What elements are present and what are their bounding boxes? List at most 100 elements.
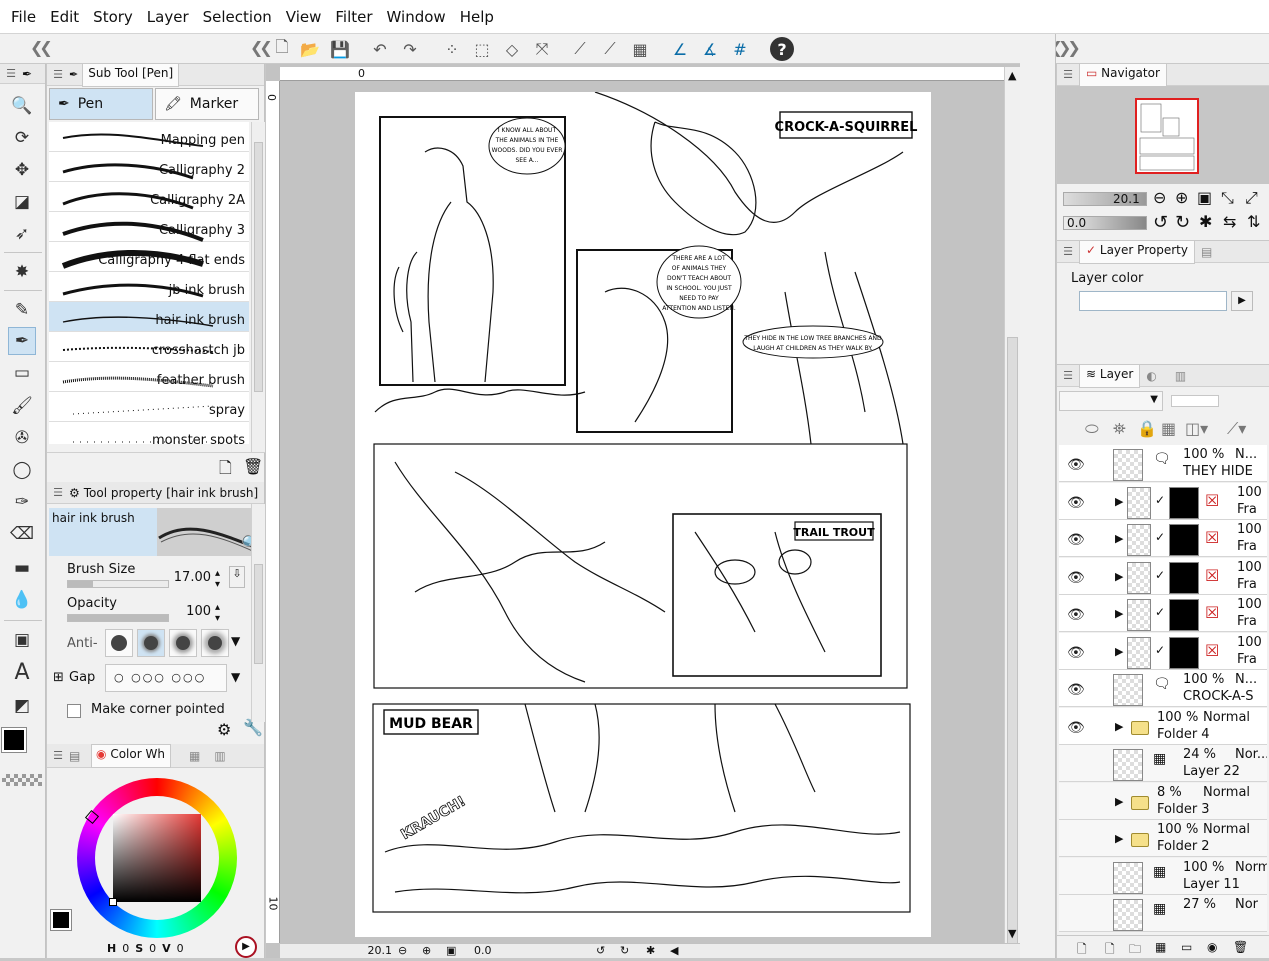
- status-zoom-out-icon[interactable]: ⊖: [398, 944, 407, 957]
- merge-icon[interactable]: ▭: [1181, 940, 1192, 954]
- pen-tool-icon[interactable]: ✒: [8, 327, 36, 355]
- move-layer-icon[interactable]: ✥: [8, 156, 36, 184]
- layer-color-swatch[interactable]: [1079, 291, 1227, 311]
- aa-none[interactable]: [105, 629, 133, 657]
- menu-window[interactable]: Window: [380, 8, 453, 26]
- brush-item[interactable]: spray: [49, 392, 249, 422]
- pencil-tool-icon[interactable]: ▭: [8, 359, 36, 387]
- frame-tool-icon[interactable]: ▣: [8, 626, 36, 654]
- gradient-icon[interactable]: ◩: [8, 692, 36, 720]
- brush-item[interactable]: feather brush: [49, 362, 249, 392]
- ruler-disabled-icon[interactable]: ☒: [1205, 528, 1219, 547]
- layer-tab[interactable]: ≋ Layer: [1079, 363, 1141, 388]
- expand-arrow-icon[interactable]: ▶: [1115, 832, 1123, 845]
- expand-arrow-icon[interactable]: ▶: [1115, 795, 1123, 808]
- visibility-eye-icon[interactable]: 👁: [1067, 457, 1085, 473]
- navigator-tab[interactable]: ▭ Navigator: [1079, 62, 1167, 87]
- brush-size-spinner-icon[interactable]: ▴ ▾: [215, 568, 220, 590]
- transparent-swatch[interactable]: [2, 774, 42, 786]
- visibility-eye-icon[interactable]: 👁: [1067, 532, 1085, 548]
- layer-opacity-field[interactable]: [1171, 395, 1219, 407]
- layer-row[interactable]: 👁 ▶ ✓ ☒ 100 Fra: [1059, 595, 1267, 632]
- blend-mode-select[interactable]: ▼: [1059, 391, 1163, 411]
- scroll-thumb[interactable]: [1007, 337, 1018, 947]
- ruler-tool-icon[interactable]: ▬: [8, 554, 36, 582]
- nav-flip-h-icon[interactable]: ⇆: [1223, 212, 1236, 231]
- gap-dropdown-icon[interactable]: ▼: [231, 670, 240, 684]
- lasso-icon[interactable]: ◯: [8, 456, 36, 484]
- brush-item[interactable]: Calligraphy 4 flat ends: [49, 242, 249, 272]
- eyedropper-icon[interactable]: ✎: [8, 296, 36, 324]
- nav-actual-size-icon[interactable]: ⤡: [1221, 188, 1234, 208]
- check-icon[interactable]: ✓: [1155, 530, 1165, 544]
- layer-row[interactable]: 👁 🗨 100 % N... CROCK-A-S: [1059, 670, 1267, 707]
- nav-zoom-in-icon[interactable]: ⊕: [1175, 188, 1188, 207]
- expand-arrow-icon[interactable]: ▶: [1115, 607, 1123, 620]
- brush-item[interactable]: monster spots: [49, 422, 249, 444]
- visibility-eye-icon[interactable]: 👁: [1067, 645, 1085, 661]
- visibility-eye-icon[interactable]: 👁: [1067, 570, 1085, 586]
- intermediate-color-tab-icon[interactable]: ▦: [189, 749, 200, 763]
- blend-icon[interactable]: 💧: [8, 586, 36, 614]
- nav-zoom-value[interactable]: 20.1: [1113, 192, 1140, 206]
- aa-medium[interactable]: [169, 629, 197, 657]
- menu-view[interactable]: View: [279, 8, 329, 26]
- snap-special-icon[interactable]: ∡: [698, 37, 722, 61]
- select-all-icon[interactable]: ⬚: [470, 37, 494, 61]
- brush-item[interactable]: crosshastch jb: [49, 332, 249, 362]
- layer-row[interactable]: ▦ 24 % Nor... Layer 22: [1059, 745, 1267, 782]
- visibility-eye-icon[interactable]: 👁: [1067, 607, 1085, 623]
- layer-row[interactable]: ▦ 27 % Nor: [1059, 895, 1267, 932]
- ruler-disabled-icon[interactable]: ☒: [1205, 491, 1219, 510]
- snap-grid-icon[interactable]: #: [728, 37, 752, 61]
- panel-menu-icon[interactable]: ☰: [47, 749, 69, 762]
- nav-rotate-right-icon[interactable]: ↻: [1175, 212, 1190, 233]
- lock-transparency-icon[interactable]: ▦: [1161, 419, 1176, 438]
- subtool-tab[interactable]: Sub Tool [Pen]: [82, 62, 180, 87]
- check-icon[interactable]: ✓: [1155, 493, 1165, 507]
- new-fill-icon[interactable]: ▦: [1155, 940, 1166, 954]
- tool-property-scrollbar[interactable]: [251, 504, 265, 722]
- brush-item[interactable]: Calligraphy 3: [49, 212, 249, 242]
- new-subtool-icon[interactable]: 🗋: [219, 457, 232, 484]
- tool-settings-icon[interactable]: ⚙: [217, 720, 231, 739]
- layer-row[interactable]: ▶ 8 % Normal Folder 3: [1059, 782, 1267, 820]
- status-zoom-in-icon[interactable]: ⊕: [422, 944, 431, 957]
- panel-menu-icon[interactable]: ☰: [47, 486, 69, 499]
- ref-layer-icon[interactable]: ⛯: [1113, 419, 1126, 439]
- nav-flip-v-icon[interactable]: ⇅: [1247, 212, 1260, 231]
- panel-menu-icon[interactable]: ☰: [1057, 245, 1079, 258]
- layer-search-tab-icon[interactable]: ▤: [1201, 245, 1212, 259]
- ruler-disabled-icon[interactable]: ☒: [1205, 603, 1219, 622]
- animation-tab-icon[interactable]: ◐: [1146, 369, 1156, 383]
- layer-row[interactable]: 👁 ▶ ✓ ☒ 100 Fra: [1059, 520, 1267, 557]
- zoom-icon[interactable]: 🔍: [8, 92, 36, 120]
- layer-row[interactable]: 👁 ▶ ✓ ☒ 100 Fra: [1059, 632, 1267, 670]
- layer-row[interactable]: 👁 ▶ 100 % Normal Folder 4: [1059, 707, 1267, 745]
- auto-select-icon[interactable]: ✸: [8, 258, 36, 286]
- redo-icon[interactable]: ↷: [398, 37, 422, 61]
- nav-angle-value[interactable]: 0.0: [1067, 216, 1086, 230]
- visibility-eye-icon[interactable]: 👁: [1067, 682, 1085, 698]
- rotate-icon[interactable]: ⟳: [8, 124, 36, 152]
- open-file-icon[interactable]: 📂: [298, 37, 322, 61]
- delete-subtool-icon[interactable]: 🗑: [243, 457, 263, 476]
- brush-size-slider[interactable]: [67, 580, 169, 588]
- layer-row[interactable]: ▶ 100 % Normal Folder 2: [1059, 820, 1267, 857]
- menu-edit[interactable]: Edit: [43, 8, 86, 26]
- airbrush-icon[interactable]: ✇: [8, 424, 36, 452]
- color-mode-icon[interactable]: ▶: [235, 936, 257, 958]
- expand-arrow-icon[interactable]: ▶: [1115, 645, 1123, 658]
- lock-icon[interactable]: 🔒: [1137, 419, 1157, 438]
- menu-layer[interactable]: Layer: [140, 8, 196, 26]
- mask-icon[interactable]: ◫▾: [1185, 419, 1208, 438]
- menu-selection[interactable]: Selection: [196, 8, 279, 26]
- canvas-vertical-scrollbar[interactable]: ▲ ▼: [1004, 67, 1020, 947]
- group-marker[interactable]: 🖍 Marker: [155, 88, 259, 120]
- panel-menu-icon[interactable]: ☰: [1057, 68, 1079, 81]
- collapse-left-icon[interactable]: ❮❮: [30, 38, 53, 57]
- nav-zoom-out-icon[interactable]: ⊖: [1153, 188, 1166, 207]
- panel-menu-icon[interactable]: ☰: [1057, 369, 1079, 382]
- status-angle-value[interactable]: 0.0: [474, 944, 492, 957]
- visibility-eye-icon[interactable]: 👁: [1067, 495, 1085, 511]
